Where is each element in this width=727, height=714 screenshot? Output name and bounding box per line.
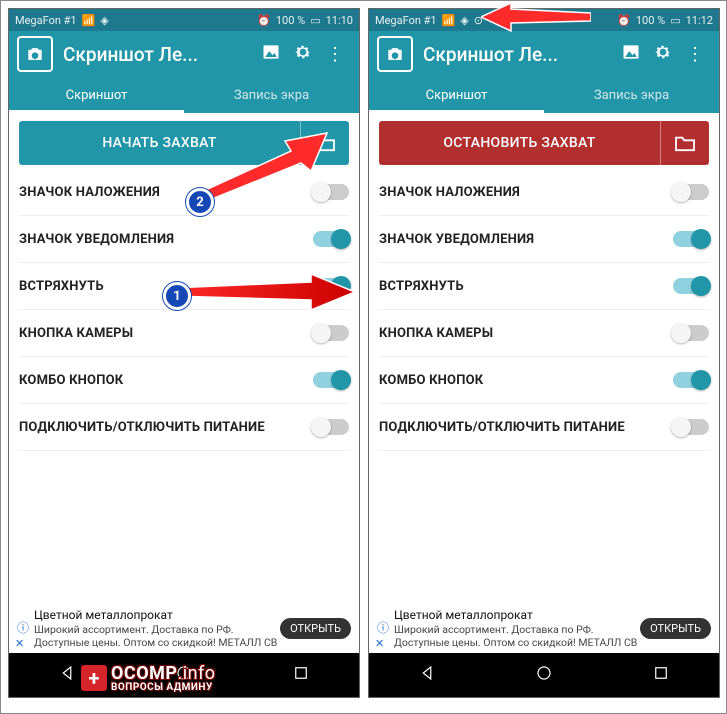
setting-toggle[interactable]	[313, 278, 349, 294]
app-title: Скриншот Ле...	[423, 43, 615, 66]
folder-button[interactable]	[660, 121, 709, 165]
overflow-button[interactable]: ⋮	[319, 44, 351, 65]
nav-bar	[369, 653, 719, 697]
ad-body: Широкий ассортимент. Доставка по РФ. Дос…	[34, 623, 280, 649]
tab-screenshot[interactable]: Скриншот	[9, 77, 184, 113]
tab-record[interactable]: Запись экра	[544, 77, 719, 113]
ad-banner[interactable]: ⓘ ✕ Цветной металлопрокат Широкий ассорт…	[9, 604, 359, 653]
tab-record[interactable]: Запись экра	[184, 77, 359, 113]
tab-bar: Скриншот Запись экра	[369, 77, 719, 113]
setting-toggle[interactable]	[673, 325, 709, 341]
app-logo-icon	[377, 36, 413, 72]
setting-row: КОМБО КНОПОК	[19, 357, 349, 404]
setting-row: ВСТРЯХНУТЬ	[379, 263, 709, 310]
nav-back-button[interactable]	[58, 664, 76, 686]
stop-capture-label: ОСТАНОВИТЬ ЗАХВАТ	[379, 135, 660, 151]
setting-row: ПОДКЛЮЧИТЬ/ОТКЛЮЧИТЬ ПИТАНИЕ	[19, 404, 349, 451]
ad-open-button[interactable]: ОТКРЫТЬ	[280, 618, 351, 640]
setting-label: КОМБО КНОПОК	[379, 373, 673, 388]
battery-icon: ▭	[310, 15, 320, 26]
setting-toggle[interactable]	[313, 419, 349, 435]
ad-info-icon: ⓘ	[377, 621, 389, 636]
setting-toggle[interactable]	[673, 419, 709, 435]
setting-toggle[interactable]	[673, 372, 709, 388]
ad-open-button[interactable]: ОТКРЫТЬ	[640, 618, 711, 640]
setting-label: КНОПКА КАМЕРЫ	[19, 326, 313, 341]
ad-title: Цветной металлопрокат	[394, 608, 640, 623]
folder-button[interactable]	[300, 121, 349, 165]
setting-toggle[interactable]	[313, 184, 349, 200]
setting-label: ПОДКЛЮЧИТЬ/ОТКЛЮЧИТЬ ПИТАНИЕ	[379, 420, 673, 435]
setting-row: ЗНАЧОК НАЛОЖЕНИЯ	[19, 169, 349, 216]
start-capture-label: НАЧАТЬ ЗАХВАТ	[19, 135, 300, 151]
carrier-label: MegaFon #1	[375, 14, 437, 27]
ad-banner[interactable]: ⓘ ✕ Цветной металлопрокат Широкий ассорт…	[369, 604, 719, 653]
nav-home-button[interactable]	[535, 664, 553, 686]
phone-left: MegaFon #1 📶 ◈ ⏰ 100 % ▭ 11:10 Скриншот …	[8, 8, 360, 698]
signal-icon: 📶	[82, 15, 96, 26]
setting-row: ЗНАЧОК НАЛОЖЕНИЯ	[379, 169, 709, 216]
setting-label: ВСТРЯХНУТЬ	[379, 279, 673, 294]
start-capture-button[interactable]: НАЧАТЬ ЗАХВАТ	[19, 121, 349, 165]
setting-label: ЗНАЧОК УВЕДОМЛЕНИЯ	[379, 232, 673, 247]
setting-toggle[interactable]	[313, 372, 349, 388]
ad-close-icon[interactable]: ✕	[15, 637, 24, 651]
tab-bar: Скриншот Запись экра	[9, 77, 359, 113]
clock-label: 11:12	[686, 14, 713, 27]
battery-icon: ▭	[670, 15, 680, 26]
setting-label: ЗНАЧОК УВЕДОМЛЕНИЯ	[19, 232, 313, 247]
setting-row: КОМБО КНОПОК	[379, 357, 709, 404]
setting-row: ПОДКЛЮЧИТЬ/ОТКЛЮЧИТЬ ПИТАНИЕ	[379, 404, 709, 451]
ad-body: Широкий ассортимент. Доставка по РФ. Дос…	[394, 623, 640, 649]
battery-label: 100 %	[636, 14, 665, 27]
gallery-button[interactable]	[255, 42, 287, 67]
alarm-icon: ⏰	[257, 15, 271, 26]
tab-screenshot[interactable]: Скриншот	[369, 77, 544, 113]
app-logo-icon	[17, 36, 53, 72]
setting-toggle[interactable]	[673, 278, 709, 294]
app-bar: Скриншот Ле... ⋮	[9, 31, 359, 77]
settings-button[interactable]	[287, 42, 319, 67]
nav-home-button[interactable]	[175, 664, 193, 686]
ad-close-icon[interactable]: ✕	[375, 637, 384, 651]
annotation-badge-1: 1	[163, 282, 191, 310]
signal-icon: 📶	[442, 15, 456, 26]
setting-row: КНОПКА КАМЕРЫ	[19, 310, 349, 357]
nav-back-button[interactable]	[418, 664, 436, 686]
status-bar: MegaFon #1 📶 ◈ ⊙ ⏰ 100 % ▭ 11:12	[369, 9, 719, 31]
ad-info-icon: ⓘ	[17, 621, 29, 636]
setting-row: КНОПКА КАМЕРЫ	[379, 310, 709, 357]
wifi-icon: ◈	[460, 15, 468, 26]
setting-row: ЗНАЧОК УВЕДОМЛЕНИЯ	[19, 216, 349, 263]
setting-toggle[interactable]	[313, 325, 349, 341]
setting-label: ПОДКЛЮЧИТЬ/ОТКЛЮЧИТЬ ПИТАНИЕ	[19, 420, 313, 435]
app-title: Скриншот Ле...	[63, 43, 255, 66]
nav-bar	[9, 653, 359, 697]
stop-capture-button[interactable]: ОСТАНОВИТЬ ЗАХВАТ	[379, 121, 709, 165]
capture-indicator-icon: ⊙	[474, 15, 483, 26]
setting-toggle[interactable]	[673, 231, 709, 247]
battery-label: 100 %	[276, 14, 305, 27]
setting-label: КНОПКА КАМЕРЫ	[379, 326, 673, 341]
carrier-label: MegaFon #1	[15, 14, 77, 27]
clock-label: 11:10	[326, 14, 353, 27]
settings-button[interactable]	[647, 42, 679, 67]
setting-label: КОМБО КНОПОК	[19, 373, 313, 388]
app-bar: Скриншот Ле... ⋮	[369, 31, 719, 77]
setting-toggle[interactable]	[313, 231, 349, 247]
gallery-button[interactable]	[615, 42, 647, 67]
nav-recent-button[interactable]	[652, 664, 670, 686]
alarm-icon: ⏰	[617, 15, 631, 26]
phone-right: MegaFon #1 📶 ◈ ⊙ ⏰ 100 % ▭ 11:12 Скриншо…	[368, 8, 720, 698]
status-bar: MegaFon #1 📶 ◈ ⏰ 100 % ▭ 11:10	[9, 9, 359, 31]
setting-row: ЗНАЧОК УВЕДОМЛЕНИЯ	[379, 216, 709, 263]
ad-title: Цветной металлопрокат	[34, 608, 280, 623]
setting-label: ЗНАЧОК НАЛОЖЕНИЯ	[19, 185, 313, 200]
nav-recent-button[interactable]	[292, 664, 310, 686]
wifi-icon: ◈	[100, 15, 108, 26]
annotation-badge-2: 2	[186, 188, 214, 216]
setting-label: ЗНАЧОК НАЛОЖЕНИЯ	[379, 185, 673, 200]
setting-toggle[interactable]	[673, 184, 709, 200]
overflow-button[interactable]: ⋮	[679, 44, 711, 65]
